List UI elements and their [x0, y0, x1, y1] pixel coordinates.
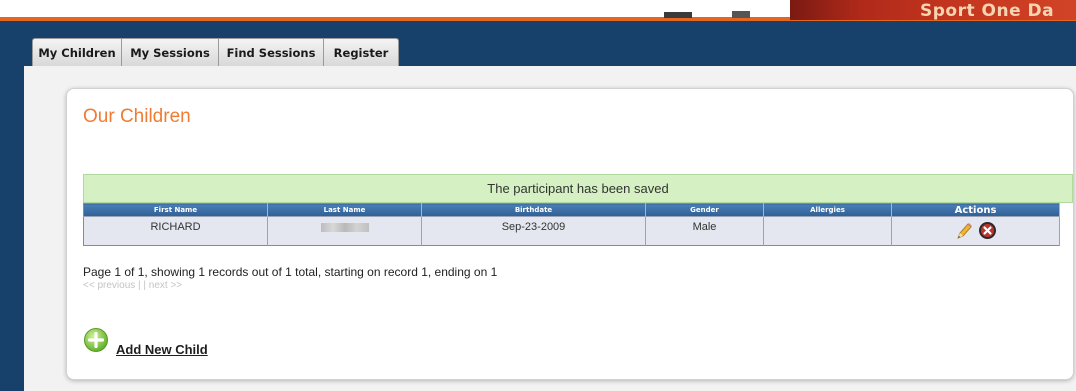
- column-header-last-name[interactable]: Last Name: [267, 203, 422, 217]
- children-table: First Name Last Name Birthdate Gender Al…: [83, 203, 1060, 246]
- tab-find-sessions[interactable]: Find Sessions: [219, 38, 324, 66]
- page-title: Our Children: [83, 106, 191, 127]
- cell-last-name: [267, 216, 422, 246]
- add-new-child-button[interactable]: Add New Child: [83, 327, 233, 361]
- pagination-summary: Page 1 of 1, showing 1 records out of 1 …: [83, 265, 498, 279]
- cell-allergies: [763, 216, 892, 246]
- success-notice: The participant has been saved: [83, 174, 1073, 203]
- brand-banner: Sport One Da: [640, 0, 1076, 20]
- redacted-last-name: [320, 223, 369, 232]
- delete-icon[interactable]: [978, 221, 997, 243]
- pencil-icon[interactable]: [954, 221, 974, 244]
- tab-my-children[interactable]: My Children: [32, 38, 122, 66]
- cell-first-name: RICHARD: [83, 216, 268, 246]
- column-header-first-name[interactable]: First Name: [83, 203, 268, 217]
- add-new-child-label[interactable]: Add New Child: [116, 342, 208, 357]
- brand-logo-text: Sport One Da: [920, 1, 1055, 20]
- column-header-gender[interactable]: Gender: [645, 203, 764, 217]
- children-panel: Our Children The participant has been sa…: [66, 88, 1074, 380]
- tab-register[interactable]: Register: [324, 38, 399, 66]
- plus-circle-icon: [83, 327, 109, 358]
- top-header: Sport One Da: [0, 0, 1076, 21]
- cell-actions: [891, 216, 1060, 246]
- pagination-links: << previous | | next >>: [83, 280, 183, 291]
- content-area: Our Children The participant has been sa…: [24, 66, 1076, 391]
- column-header-birthdate[interactable]: Birthdate: [421, 203, 646, 217]
- cell-birthdate: Sep-23-2009: [421, 216, 646, 246]
- cell-gender: Male: [645, 216, 764, 246]
- column-header-actions: Actions: [891, 203, 1060, 217]
- column-header-allergies[interactable]: Allergies: [763, 203, 892, 217]
- main-tabs: My Children My Sessions Find Sessions Re…: [32, 38, 399, 66]
- tab-my-sessions[interactable]: My Sessions: [122, 38, 219, 66]
- table-row: RICHARD Sep-23-2009 Male: [83, 216, 1060, 246]
